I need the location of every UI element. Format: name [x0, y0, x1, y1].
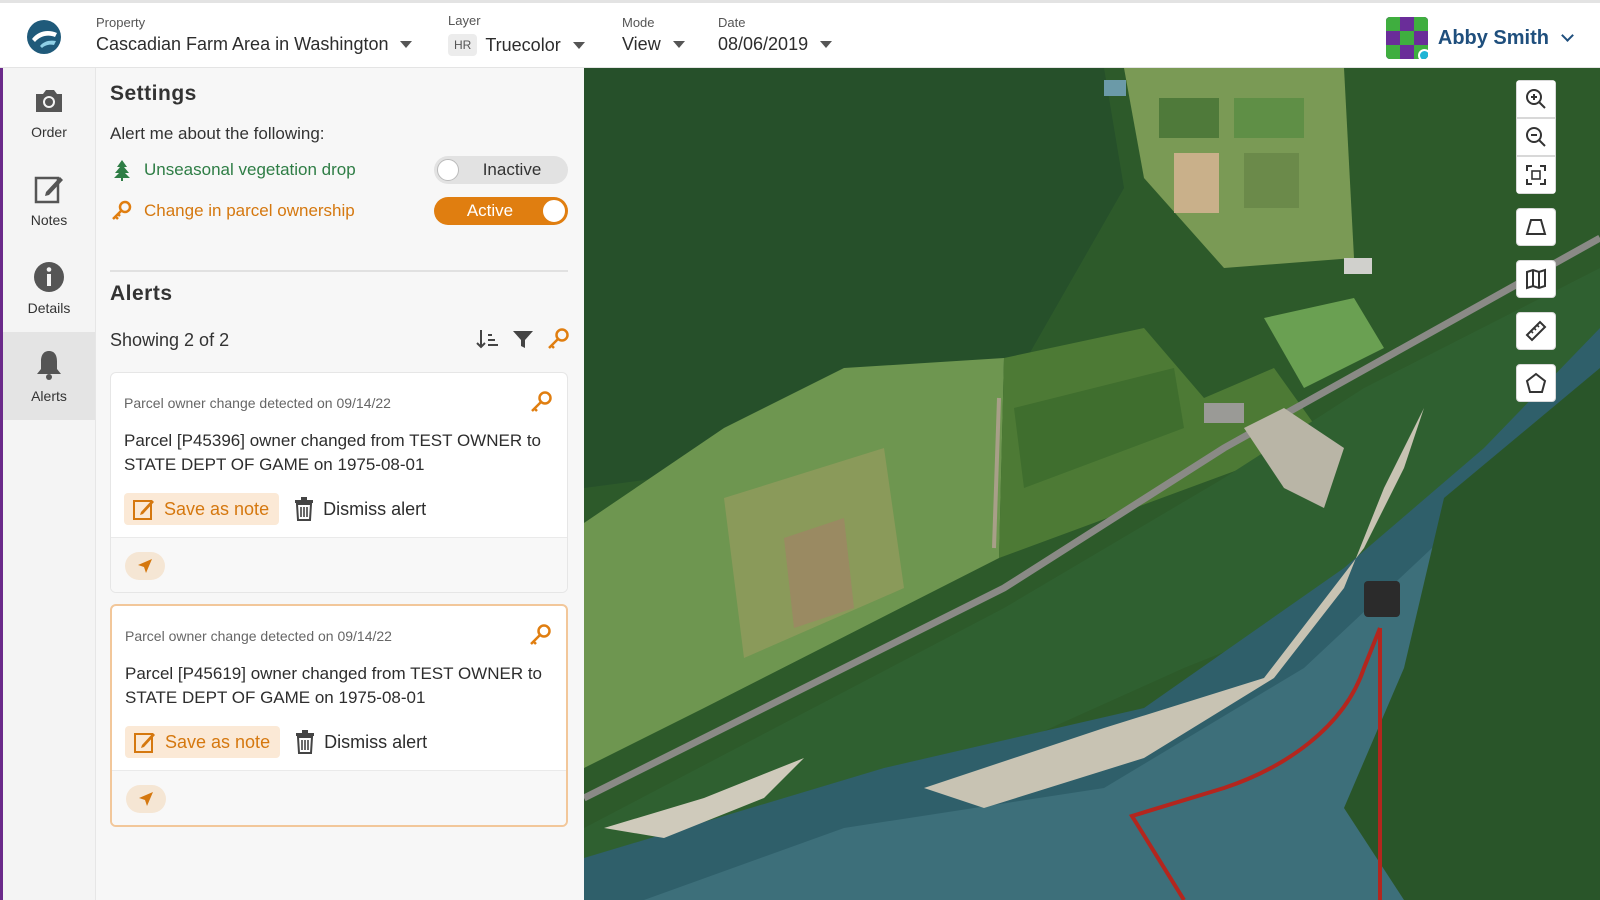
- avatar: [1385, 17, 1428, 59]
- layer-selector[interactable]: Layer HR Truecolor: [448, 13, 585, 56]
- caret-down-icon: [400, 41, 413, 48]
- date-label: Date: [718, 15, 746, 30]
- layer-label: Layer: [448, 13, 481, 28]
- setting-label: Unseasonal vegetation drop: [144, 160, 356, 179]
- edit-note-icon: [133, 500, 154, 520]
- user-menu[interactable]: Abby Smith: [1385, 17, 1574, 59]
- fit-extent-icon: [1526, 165, 1546, 185]
- save-as-note-label: Save as note: [165, 731, 271, 752]
- map-toolbar: [1516, 80, 1556, 416]
- notes-icon: [34, 176, 63, 204]
- rail-item-label: Alerts: [31, 388, 67, 404]
- rail-item-notes[interactable]: Notes: [3, 156, 95, 244]
- filter-icon[interactable]: [510, 326, 536, 352]
- property-value: Cascadian Farm Area in Washington: [96, 34, 389, 54]
- property-selector[interactable]: Property Cascadian Farm Area in Washingt…: [96, 15, 413, 55]
- vegetation-toggle[interactable]: Inactive: [434, 156, 568, 184]
- mode-value: View: [622, 34, 661, 54]
- info-icon: [34, 262, 64, 292]
- zoom-in-icon: [1526, 89, 1546, 109]
- perspective-icon: [1525, 219, 1547, 235]
- mode-selector[interactable]: Mode View: [622, 15, 685, 55]
- fit-extent-button[interactable]: [1516, 156, 1556, 194]
- alerts-title: Alerts: [110, 282, 173, 305]
- rail-item-alerts[interactable]: Alerts: [3, 332, 95, 420]
- toggle-state: Inactive: [482, 160, 542, 179]
- alert-text: Parcel [P45619] owner changed from TEST …: [125, 664, 543, 707]
- mode-label: Mode: [622, 15, 655, 30]
- zoom-out-icon: [1526, 127, 1546, 147]
- date-value: 08/06/2019: [718, 34, 809, 54]
- toggle-state: Active: [466, 201, 514, 220]
- divider: [110, 270, 568, 272]
- setting-label: Change in parcel ownership: [144, 201, 355, 220]
- ownership-toggle[interactable]: Active: [434, 197, 568, 225]
- alerts-toolbar: [474, 326, 572, 352]
- key-icon[interactable]: [546, 326, 572, 352]
- rail-item-label: Notes: [30, 212, 68, 228]
- layer-badge: HR: [448, 34, 478, 56]
- map-book-icon: [1526, 268, 1546, 290]
- user-name: Abby Smith: [1437, 26, 1549, 49]
- alerts-panel: Settings Alert me about the following: U…: [96, 68, 584, 900]
- setting-ownership: Change in parcel ownership Active: [110, 197, 568, 225]
- satellite-map[interactable]: [584, 68, 1600, 900]
- layer-value: Truecolor: [485, 34, 561, 55]
- zoom-in-button[interactable]: [1516, 80, 1556, 118]
- sort-icon[interactable]: [474, 326, 500, 352]
- alert-card: Parcel owner change detected on 09/14/22…: [110, 604, 568, 827]
- locate-on-map-button[interactable]: [126, 785, 166, 813]
- save-as-note-button[interactable]: Save as note: [125, 726, 281, 758]
- key-icon: [530, 624, 551, 645]
- camera-icon: [36, 90, 62, 112]
- trash-icon: [296, 730, 315, 754]
- zoom-out-button[interactable]: [1516, 118, 1556, 156]
- alert-meta: Parcel owner change detected on 09/14/22: [124, 395, 391, 411]
- navigation-arrow-icon: [138, 559, 152, 573]
- caret-down-icon: [820, 41, 833, 48]
- alert-text: Parcel [P45396] owner changed from TEST …: [124, 431, 542, 474]
- alert-card: Parcel owner change detected on 09/14/22…: [110, 372, 568, 593]
- polygon-icon: [1525, 372, 1547, 393]
- rail-item-details[interactable]: Details: [3, 244, 95, 332]
- alerts-count: Showing 2 of 2: [110, 330, 230, 350]
- satellite-imagery: [584, 68, 1600, 900]
- dismiss-alert-button[interactable]: Dismiss alert: [294, 730, 427, 754]
- bell-icon: [37, 351, 61, 380]
- navigation-arrow-icon: [139, 792, 153, 806]
- left-rail: Order Notes Details Alerts: [0, 68, 96, 900]
- top-bar: Property Cascadian Farm Area in Washingt…: [0, 0, 1600, 68]
- draw-polygon-button[interactable]: [1516, 364, 1556, 402]
- key-icon: [112, 200, 132, 220]
- ruler-icon: [1525, 320, 1547, 342]
- tree-icon: [114, 160, 130, 181]
- key-icon: [531, 391, 552, 412]
- app-logo-icon[interactable]: [26, 19, 62, 55]
- settings-subtitle: Alert me about the following:: [110, 124, 325, 143]
- measure-button[interactable]: [1516, 312, 1556, 350]
- map-layers-button[interactable]: [1516, 260, 1556, 298]
- caret-down-icon: [572, 41, 585, 49]
- trash-icon: [295, 497, 314, 521]
- perspective-button[interactable]: [1516, 208, 1556, 246]
- save-as-note-label: Save as note: [164, 498, 270, 519]
- rail-item-label: Order: [31, 124, 67, 140]
- edit-note-icon: [134, 733, 155, 753]
- rail-item-order[interactable]: Order: [3, 68, 95, 156]
- date-selector[interactable]: Date 08/06/2019: [718, 15, 833, 55]
- online-status-dot: [1417, 49, 1428, 59]
- locate-on-map-button[interactable]: [125, 552, 165, 580]
- save-as-note-button[interactable]: Save as note: [124, 493, 280, 525]
- settings-title: Settings: [110, 82, 197, 105]
- property-label: Property: [96, 15, 146, 30]
- rail-item-label: Details: [27, 300, 71, 316]
- chevron-down-icon: [1561, 29, 1574, 42]
- setting-vegetation: Unseasonal vegetation drop Inactive: [110, 156, 568, 184]
- dismiss-alert-button[interactable]: Dismiss alert: [293, 497, 426, 521]
- caret-down-icon: [672, 41, 685, 48]
- dismiss-alert-label: Dismiss alert: [323, 498, 427, 519]
- dismiss-alert-label: Dismiss alert: [324, 731, 428, 752]
- alert-meta: Parcel owner change detected on 09/14/22: [125, 628, 392, 644]
